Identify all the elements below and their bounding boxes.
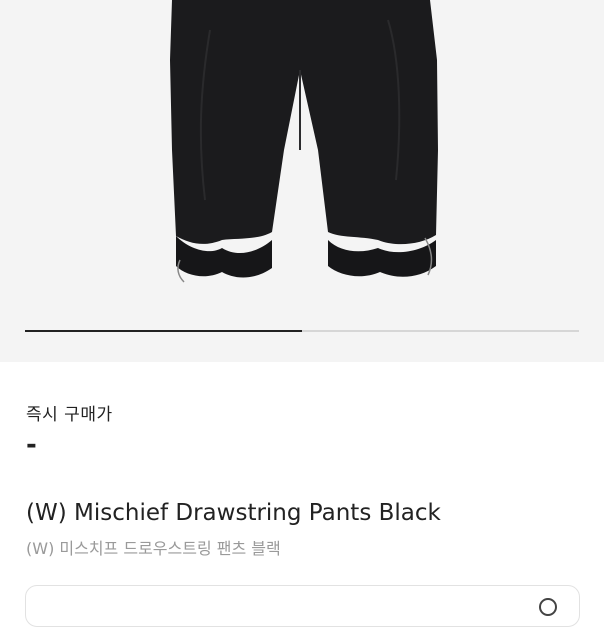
carousel-progress-fill	[25, 330, 302, 332]
carousel-progress-track	[25, 330, 579, 332]
product-photo-pants	[170, 0, 438, 283]
instant-price-label: 즉시 구매가	[26, 405, 113, 425]
option-select-box[interactable]	[25, 585, 580, 627]
instant-price-value: -	[26, 430, 37, 460]
circle-icon	[539, 598, 557, 616]
product-subtitle: (W) 미스치프 드로우스트링 팬츠 블랙	[26, 539, 281, 558]
product-title: (W) Mischief Drawstring Pants Black	[26, 500, 441, 526]
product-image-area[interactable]	[0, 0, 604, 362]
